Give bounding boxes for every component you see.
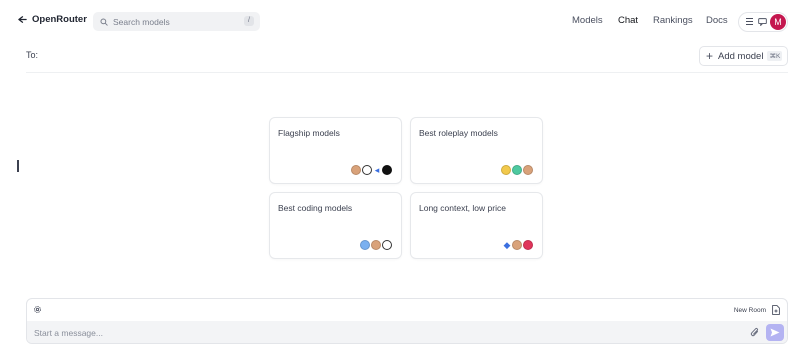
card-title: Best roleplay models xyxy=(419,128,498,138)
model-icons xyxy=(360,240,392,250)
to-label: To: xyxy=(26,50,39,60)
composer-toolbar: New Room xyxy=(27,299,787,321)
message-composer: New Room xyxy=(26,298,788,344)
preset-card-long-context[interactable]: Long context, low price ◆ xyxy=(410,192,543,259)
gemini-icon: ◂ xyxy=(373,165,381,175)
model-icon-red xyxy=(523,240,533,250)
model-icons: ◆ xyxy=(503,240,533,250)
nav-rankings-link[interactable]: Rankings xyxy=(653,15,693,26)
card-title: Best coding models xyxy=(278,203,353,213)
divider xyxy=(26,72,788,73)
nav-models-link[interactable]: Models xyxy=(572,15,603,26)
meta-icon xyxy=(382,165,392,175)
openai-icon xyxy=(382,240,392,250)
preset-card-coding[interactable]: Best coding models xyxy=(269,192,402,259)
search-shortcut-key: / xyxy=(244,16,254,26)
gemini-icon: ◆ xyxy=(503,240,511,250)
anthropic-icon xyxy=(523,165,533,175)
anthropic-icon xyxy=(512,240,522,250)
plus-icon: + xyxy=(706,49,714,63)
hamburger-icon xyxy=(746,18,753,26)
top-header: OpenRouter / Models Chat Rankings Docs M xyxy=(0,0,800,44)
openai-icon xyxy=(362,165,372,175)
new-room-button[interactable]: New Room xyxy=(734,307,766,314)
preset-card-roleplay[interactable]: Best roleplay models xyxy=(410,117,543,184)
add-model-shortcut: ⌘K xyxy=(767,51,783,61)
nav-docs-link[interactable]: Docs xyxy=(706,15,728,26)
model-icons: ◂ xyxy=(351,165,392,175)
brand-name: OpenRouter xyxy=(32,14,87,25)
model-icon-yellow xyxy=(501,165,511,175)
openrouter-logo-icon xyxy=(18,16,27,23)
search-box[interactable]: / xyxy=(93,12,260,31)
search-icon xyxy=(100,17,108,26)
new-document-icon[interactable] xyxy=(772,305,780,315)
model-icon-green xyxy=(512,165,522,175)
card-title: Long context, low price xyxy=(419,203,506,213)
user-avatar[interactable]: M xyxy=(770,14,786,30)
anthropic-icon xyxy=(371,240,381,250)
search-input[interactable] xyxy=(113,16,233,27)
card-title: Flagship models xyxy=(278,128,340,138)
chat-bubble-icon xyxy=(758,18,767,26)
preset-card-flagship[interactable]: Flagship models ◂ xyxy=(269,117,402,184)
nav-chat-link[interactable]: Chat xyxy=(618,15,638,26)
brand-logo-link[interactable]: OpenRouter xyxy=(18,14,87,25)
send-icon xyxy=(770,328,780,337)
send-button[interactable] xyxy=(766,324,784,341)
add-model-label: Add model xyxy=(718,50,764,62)
model-icons xyxy=(501,165,533,175)
gear-icon[interactable] xyxy=(33,305,42,314)
message-input[interactable] xyxy=(34,326,684,340)
model-icon-blue xyxy=(360,240,370,250)
paperclip-icon[interactable] xyxy=(750,327,760,338)
anthropic-icon xyxy=(351,165,361,175)
text-cursor-icon xyxy=(17,160,19,172)
composer-input-row xyxy=(27,321,787,343)
add-model-button[interactable]: + Add model ⌘K xyxy=(699,46,788,66)
